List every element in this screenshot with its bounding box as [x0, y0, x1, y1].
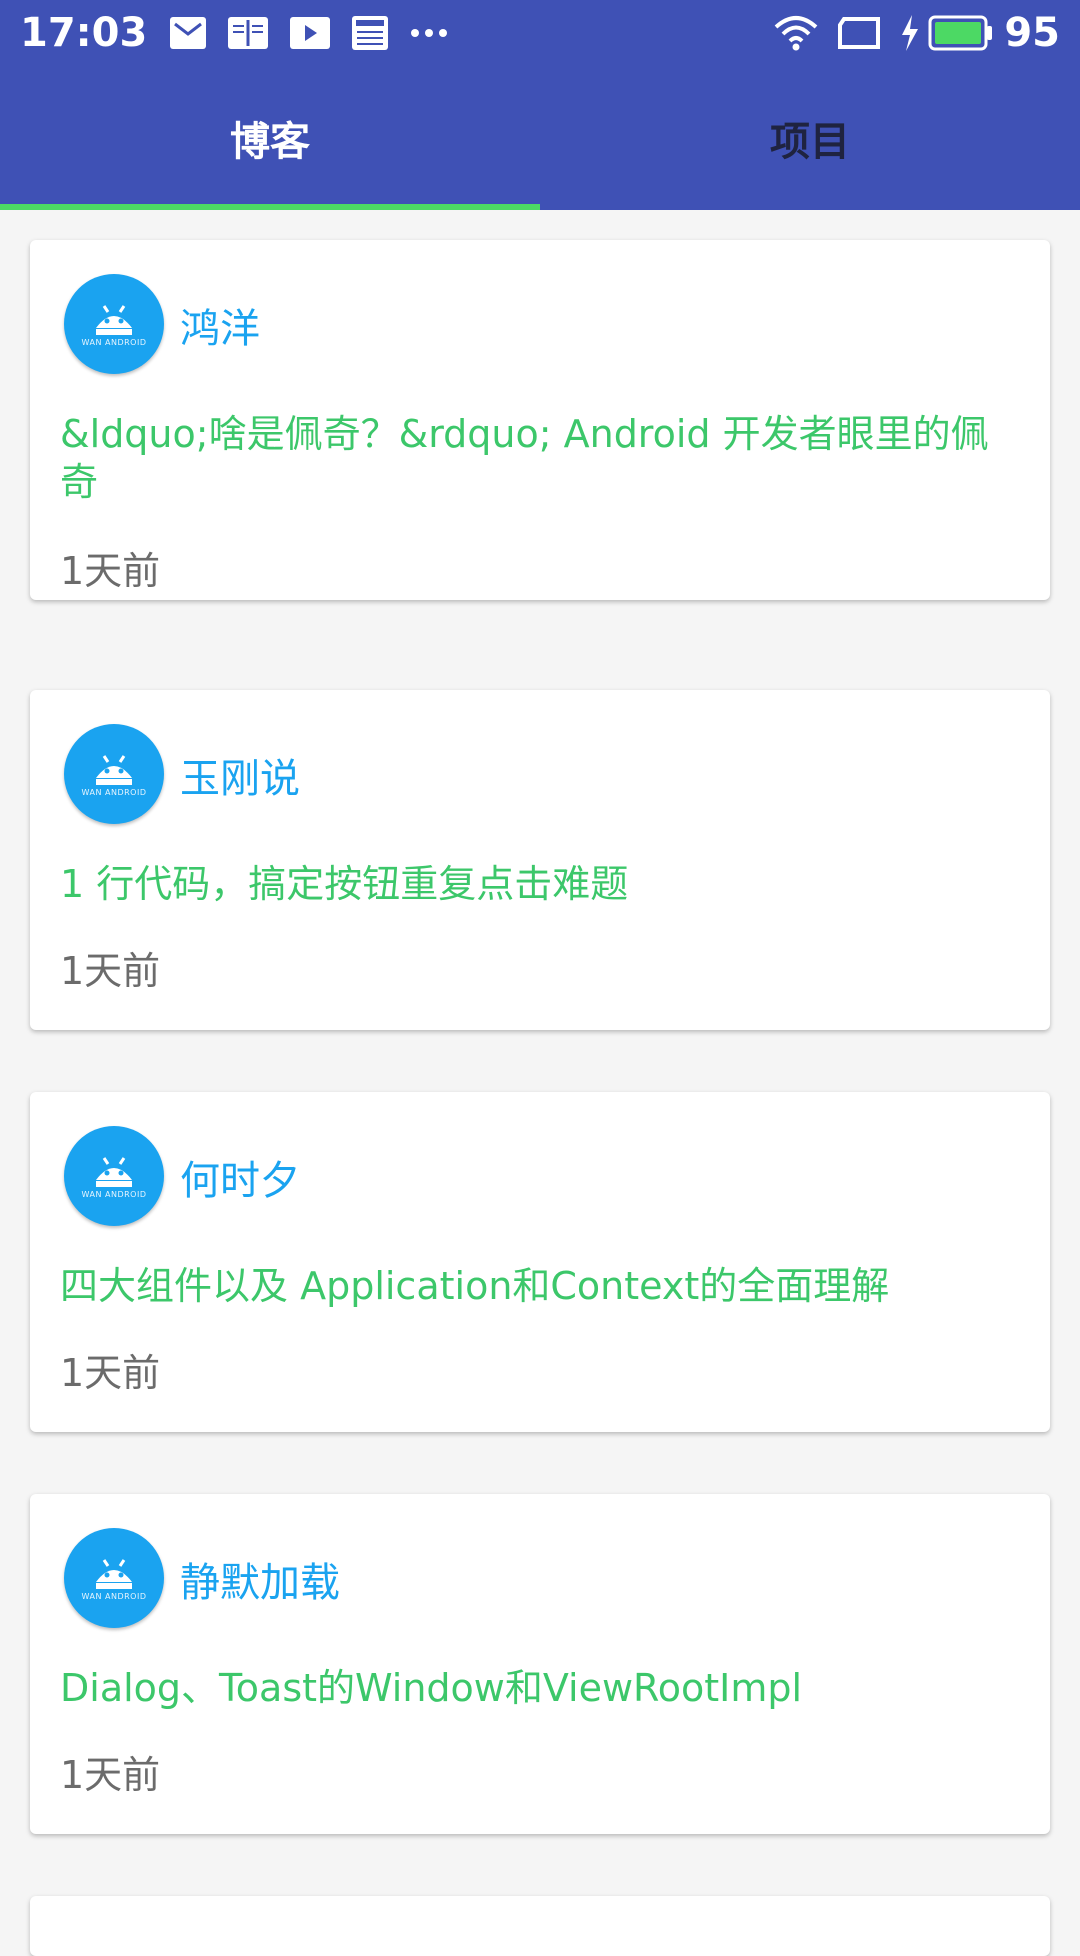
wifi-icon [774, 15, 818, 51]
avatar[interactable]: WAN ANDROID [64, 724, 164, 824]
status-bar: 17:03 95 [0, 0, 1080, 66]
android-icon [96, 1156, 132, 1187]
tab-project-label: 项目 [770, 119, 850, 165]
status-time: 17:03 [20, 10, 148, 56]
tab-indicator [0, 204, 540, 210]
tab-project[interactable]: 项目 [540, 66, 1080, 210]
avatar-caption: WAN ANDROID [81, 337, 147, 347]
avatar-caption: WAN ANDROID [81, 787, 147, 797]
avatar[interactable]: WAN ANDROID [64, 1126, 164, 1226]
avatar[interactable]: WAN ANDROID [64, 274, 164, 374]
android-icon [96, 1558, 132, 1589]
post-title[interactable]: &ldquo;啥是佩奇？&rdquo; Android 开发者眼里的佩奇 [60, 410, 1020, 506]
post-title[interactable]: 1 行代码，搞定按钮重复点击难题 [60, 860, 1020, 908]
post-title[interactable]: Dialog、Toast的Window和ViewRootImpl [60, 1664, 1020, 1712]
post-title[interactable]: 四大组件以及 Application和Context的全面理解 [60, 1262, 1020, 1310]
sim-icon [838, 17, 881, 49]
post-time: 1天前 [60, 949, 161, 993]
more-dots-icon [409, 27, 449, 39]
battery-level: 95 [1004, 10, 1060, 56]
avatar-caption: WAN ANDROID [81, 1189, 147, 1199]
tab-blog[interactable]: 博客 [0, 66, 540, 210]
post-card[interactable]: WAN ANDROID 鸿洋 &ldquo;啥是佩奇？&rdquo; Andro… [30, 240, 1050, 600]
post-card[interactable]: WAN ANDROID 玉刚说 1 行代码，搞定按钮重复点击难题 1天前 [30, 690, 1050, 1030]
mail-icon [169, 16, 207, 50]
android-icon [96, 754, 132, 785]
author-name[interactable]: 鸿洋 [180, 296, 260, 354]
author-name[interactable]: 何时夕 [180, 1148, 300, 1206]
post-card[interactable]: WAN ANDROID 静默加载 Dialog、Toast的Window和Vie… [30, 1494, 1050, 1834]
battery-icon [928, 15, 994, 51]
author-name[interactable]: 静默加载 [180, 1550, 340, 1608]
post-card[interactable] [30, 1896, 1050, 1956]
video-icon [289, 16, 331, 50]
avatar-caption: WAN ANDROID [81, 1591, 147, 1601]
post-time: 1天前 [60, 549, 161, 593]
reader-icon [227, 16, 269, 50]
news-icon [351, 15, 389, 51]
avatar[interactable]: WAN ANDROID [64, 1528, 164, 1628]
post-time: 1天前 [60, 1753, 161, 1797]
tab-bar: 博客 项目 [0, 66, 1080, 210]
post-card[interactable]: WAN ANDROID 何时夕 四大组件以及 Application和Conte… [30, 1092, 1050, 1432]
charging-icon [900, 15, 920, 51]
tab-blog-label: 博客 [230, 119, 310, 165]
android-icon [96, 304, 132, 335]
post-time: 1天前 [60, 1351, 161, 1395]
author-name[interactable]: 玉刚说 [180, 746, 300, 804]
